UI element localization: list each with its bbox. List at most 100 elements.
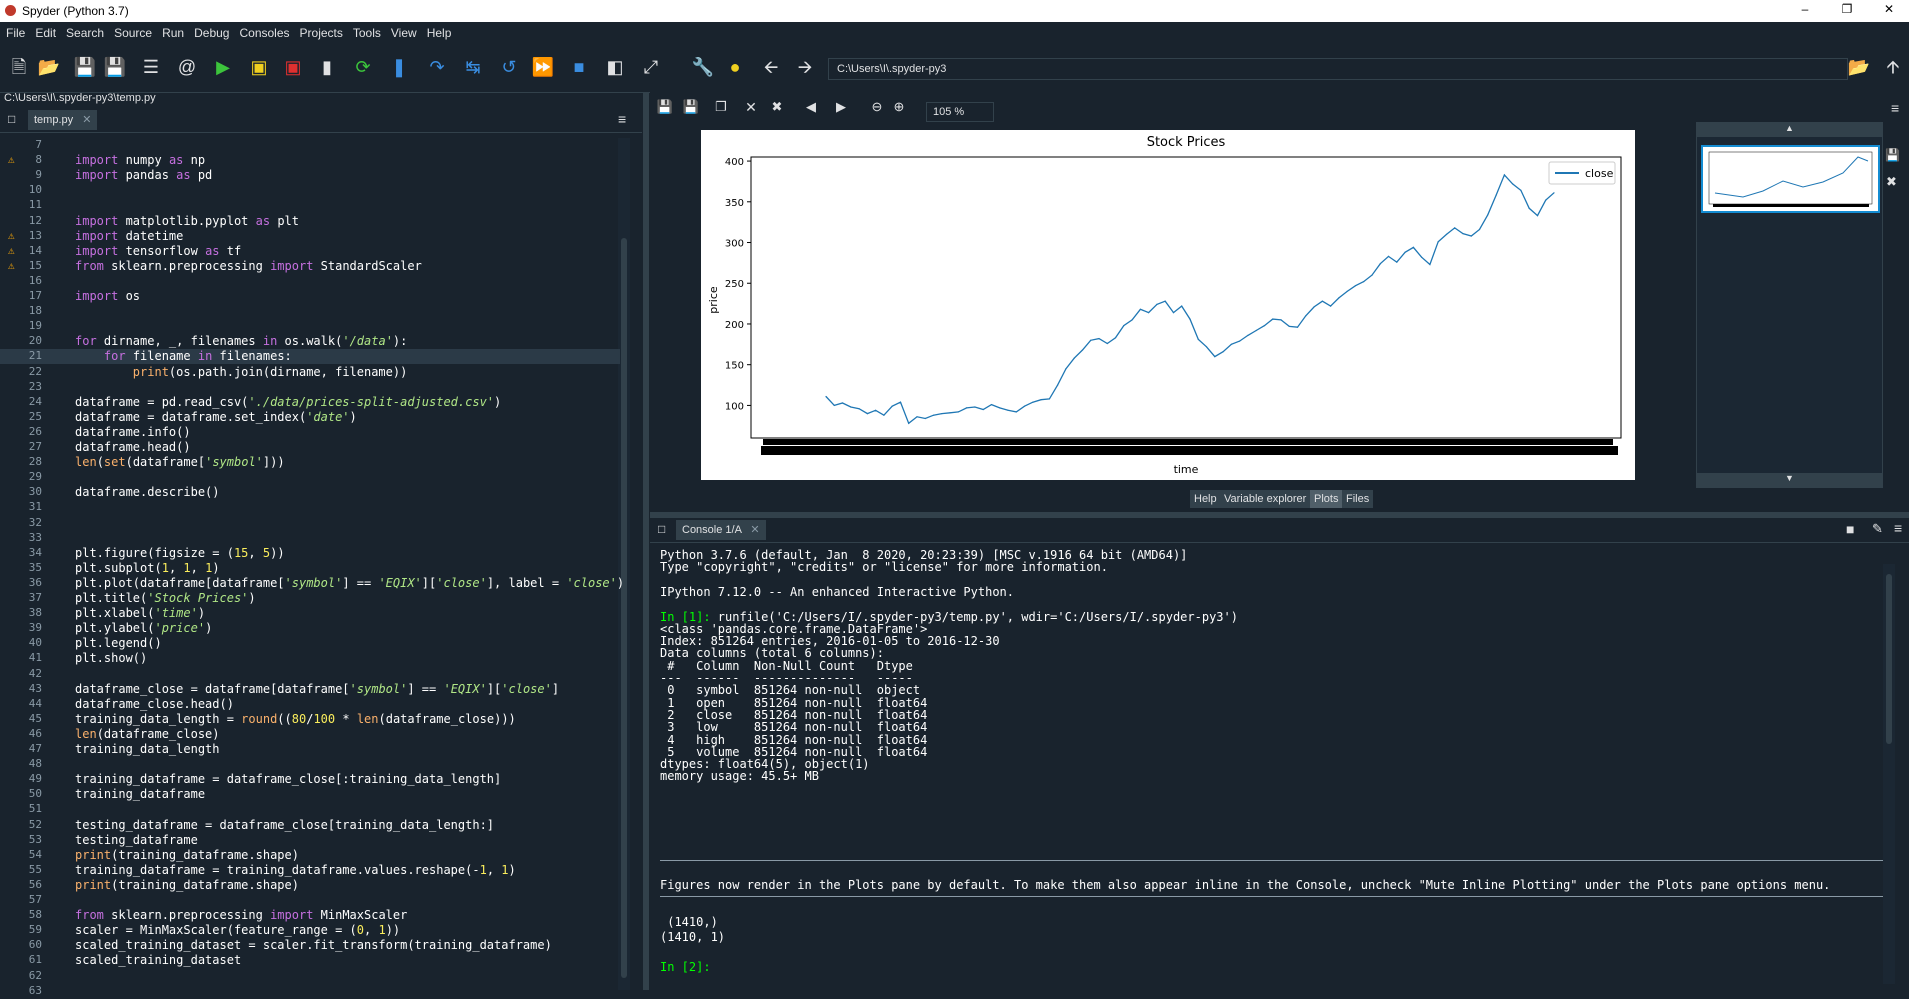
code-line[interactable]: 25 dataframe = dataframe.set_index('date'… bbox=[0, 410, 620, 425]
close-icon[interactable]: ✕ bbox=[82, 114, 91, 126]
tab-help[interactable]: Help bbox=[1190, 490, 1221, 508]
code-line[interactable]: 44 dataframe_close.head() bbox=[0, 697, 620, 712]
restore-button[interactable]: ❐ bbox=[1832, 2, 1862, 20]
menu-view[interactable]: View bbox=[385, 22, 421, 40]
menu-edit[interactable]: Edit bbox=[29, 22, 60, 40]
editor-menu-icon[interactable]: ≡ bbox=[618, 111, 626, 127]
open-file-icon[interactable]: 📂 bbox=[36, 54, 62, 80]
code-line[interactable]: 21 for filename in filenames: bbox=[0, 349, 620, 365]
next-plot-icon[interactable]: ▶ bbox=[828, 94, 854, 120]
code-line[interactable]: 30 dataframe.describe() bbox=[0, 485, 620, 500]
thumbs-scroll-down-icon[interactable]: ▼ bbox=[1697, 473, 1882, 487]
python-path-icon[interactable]: ● bbox=[722, 54, 748, 80]
code-line[interactable]: ⚠ 15 from sklearn.preprocessing import Sta… bbox=[0, 259, 620, 274]
close-icon[interactable]: ✕ bbox=[750, 524, 759, 536]
code-line[interactable]: 40 plt.legend() bbox=[0, 636, 620, 651]
code-line[interactable]: 34 plt.figure(figsize = (15, 5)) bbox=[0, 546, 620, 561]
warning-icon[interactable]: ⚠ bbox=[8, 229, 15, 242]
code-line[interactable]: 45 training_data_length = round((80/100 *… bbox=[0, 712, 620, 727]
code-line[interactable]: 35 plt.subplot(1, 1, 1) bbox=[0, 561, 620, 576]
tab-temp-py[interactable]: temp.py ✕ bbox=[28, 110, 98, 130]
menu-source[interactable]: Source bbox=[108, 22, 156, 40]
code-line[interactable]: 42 bbox=[0, 667, 620, 682]
editor-scrollbar-thumb[interactable] bbox=[621, 238, 627, 978]
debug-icon[interactable]: ❚ bbox=[386, 54, 412, 80]
console-options-icon[interactable]: □ bbox=[658, 522, 665, 536]
menu-projects[interactable]: Projects bbox=[294, 22, 347, 40]
copy-plot-icon[interactable]: ❐ bbox=[708, 94, 734, 120]
close-window-button[interactable]: ✕ bbox=[1874, 2, 1904, 20]
step-return-icon[interactable]: ↺ bbox=[496, 54, 522, 80]
code-line[interactable]: 10 bbox=[0, 183, 620, 198]
code-line[interactable]: 43 dataframe_close = dataframe[dataframe[… bbox=[0, 682, 620, 697]
run-cell-icon[interactable]: ▣ bbox=[246, 54, 272, 80]
zoom-level-field[interactable]: 105 % bbox=[926, 102, 994, 122]
code-line[interactable]: 18 bbox=[0, 304, 620, 319]
code-line[interactable]: 48 bbox=[0, 757, 620, 772]
parent-directory-icon[interactable]: 🡩 bbox=[1880, 54, 1906, 80]
console-menu-icon[interactable]: ≡ bbox=[1894, 520, 1902, 536]
list-icon[interactable]: ☰ bbox=[138, 54, 164, 80]
code-line[interactable]: 58 from sklearn.preprocessing import MinM… bbox=[0, 908, 620, 923]
back-icon[interactable]: 🡨 bbox=[758, 54, 784, 80]
code-line[interactable]: 26 dataframe.info() bbox=[0, 425, 620, 440]
preferences-icon[interactable]: 🔧 bbox=[690, 54, 716, 80]
code-line[interactable]: 56 print(training_dataframe.shape) bbox=[0, 878, 620, 893]
code-line[interactable]: 28 len(set(dataframe['symbol'])) bbox=[0, 455, 620, 470]
step-icon[interactable]: ↷ bbox=[424, 54, 450, 80]
minimize-button[interactable]: – bbox=[1790, 2, 1820, 20]
menu-file[interactable]: File bbox=[0, 22, 29, 40]
tab-plots[interactable]: Plots bbox=[1310, 490, 1343, 508]
fullscreen-icon[interactable]: ⤢ bbox=[638, 54, 664, 80]
code-line[interactable]: 27 dataframe.head() bbox=[0, 440, 620, 455]
step-into-icon[interactable]: ↹ bbox=[460, 54, 486, 80]
rerun-icon[interactable]: ⟳ bbox=[350, 54, 376, 80]
close-thumb-icon[interactable]: ✖ bbox=[1886, 174, 1897, 190]
warning-icon[interactable]: ⚠ bbox=[8, 153, 15, 166]
save-all-plots-icon[interactable]: 💾 bbox=[678, 94, 704, 120]
maximize-pane-icon[interactable]: ◧ bbox=[602, 54, 628, 80]
code-line[interactable]: 52 testing_dataframe = dataframe_close[tr… bbox=[0, 818, 620, 833]
plot-thumbnail[interactable] bbox=[1701, 145, 1880, 213]
code-line[interactable]: 37 plt.title('Stock Prices') bbox=[0, 591, 620, 606]
clear-console-icon[interactable]: ✎ bbox=[1872, 521, 1883, 537]
code-line[interactable]: 62 bbox=[0, 969, 620, 984]
menu-search[interactable]: Search bbox=[60, 22, 108, 40]
browse-directory-icon[interactable]: 📂 bbox=[1846, 54, 1872, 80]
menu-run[interactable]: Run bbox=[156, 22, 188, 40]
run-selection-icon[interactable]: ▮ bbox=[314, 54, 340, 80]
code-line[interactable]: 16 bbox=[0, 274, 620, 289]
code-line[interactable]: 33 bbox=[0, 531, 620, 546]
code-line[interactable]: 51 bbox=[0, 802, 620, 817]
save-plot-icon[interactable]: 💾 bbox=[652, 94, 678, 120]
code-line[interactable]: 39 plt.ylabel('price') bbox=[0, 621, 620, 636]
code-line[interactable]: 20 for dirname, _, filenames in os.walk('… bbox=[0, 334, 620, 349]
warning-icon[interactable]: ⚠ bbox=[8, 244, 15, 257]
code-line[interactable]: 24 dataframe = pd.read_csv('./data/prices… bbox=[0, 395, 620, 410]
menu-help[interactable]: Help bbox=[421, 22, 456, 40]
at-icon[interactable]: @ bbox=[174, 54, 200, 80]
run-icon[interactable]: ▶ bbox=[210, 54, 236, 80]
code-line[interactable]: 38 plt.xlabel('time') bbox=[0, 606, 620, 621]
code-line[interactable]: 12 import matplotlib.pyplot as plt bbox=[0, 214, 620, 229]
code-line[interactable]: 61 scaled_training_dataset bbox=[0, 953, 620, 968]
remove-plot-icon[interactable]: ✕ bbox=[738, 94, 764, 120]
code-editor[interactable]: 7 ⚠ 8 import numpy as np 9 import pandas as p… bbox=[0, 138, 636, 997]
code-line[interactable]: 55 training_dataframe = training_datafram… bbox=[0, 863, 620, 878]
save-all-icon[interactable]: 💾 bbox=[102, 54, 128, 80]
pane-options-icon[interactable]: □ bbox=[8, 112, 15, 126]
console-scrollbar[interactable] bbox=[1883, 564, 1895, 984]
code-line[interactable]: 60 scaled_training_dataset = scaler.fit_t… bbox=[0, 938, 620, 953]
thumbs-scroll-up-icon[interactable]: ▲ bbox=[1697, 123, 1882, 137]
stop-console-icon[interactable]: ■ bbox=[1846, 521, 1854, 537]
vertical-splitter[interactable] bbox=[643, 92, 649, 990]
code-line[interactable]: 7 bbox=[0, 138, 620, 153]
ipython-console[interactable]: Figures now render in the Plots pane by … bbox=[650, 544, 1895, 990]
code-line[interactable]: 31 bbox=[0, 500, 620, 515]
remove-all-plots-icon[interactable]: ✖ bbox=[764, 94, 790, 120]
code-line[interactable]: 17 import os bbox=[0, 289, 620, 304]
code-line[interactable]: 19 bbox=[0, 319, 620, 334]
code-line[interactable]: 22 print(os.path.join(dirname, filename)… bbox=[0, 365, 620, 380]
code-line[interactable]: ⚠ 13 import datetime bbox=[0, 229, 620, 244]
run-cell-advance-icon[interactable]: ▣ bbox=[280, 54, 306, 80]
